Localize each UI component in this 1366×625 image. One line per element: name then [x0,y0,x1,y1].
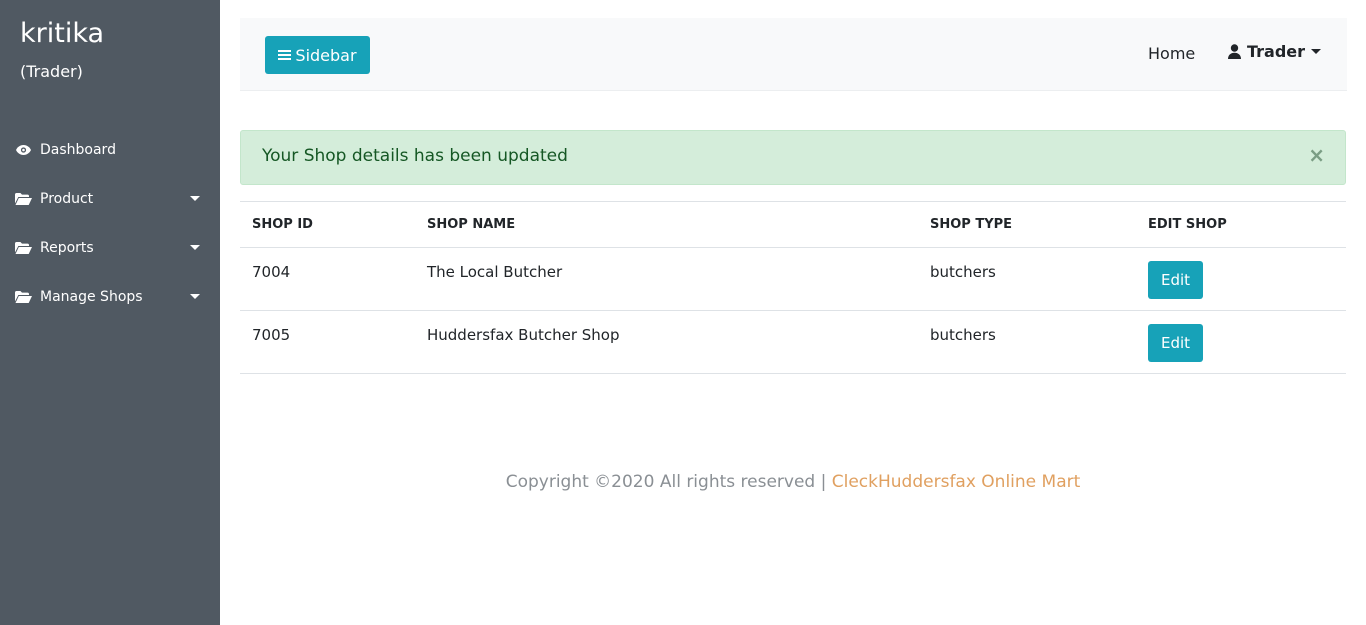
sidebar-item-label: Reports [40,239,94,256]
edit-shop-button[interactable]: Edit [1148,261,1203,299]
shop-name-cell: Huddersfax Butcher Shop [415,310,918,374]
home-link[interactable]: Home [1148,44,1195,63]
chevron-down-icon [190,245,200,250]
column-header-edit-shop: EDIT SHOP [1136,201,1346,248]
edit-shop-button[interactable]: Edit [1148,324,1203,362]
table-row: 7005 Huddersfax Butcher Shop butchers Ed… [240,310,1346,374]
column-header-shop-id: SHOP ID [240,201,415,248]
user-name: kritika [20,18,105,49]
sidebar-toggle-label: Sidebar [295,45,357,65]
user-menu-dropdown[interactable]: Trader [1228,42,1322,61]
sidebar-item-reports[interactable]: Reports [0,223,220,272]
edit-cell: Edit [1136,310,1346,374]
sidebar-item-product[interactable]: Product [0,174,220,223]
sidebar-item-manage-shops[interactable]: Manage Shops [0,272,220,321]
shop-id-cell: 7004 [240,247,415,311]
folder-open-icon [14,192,32,205]
alert-message: Your Shop details has been updated [262,146,568,166]
user-icon [1228,44,1241,59]
edit-cell: Edit [1136,247,1346,311]
shop-id-cell: 7005 [240,310,415,374]
shop-type-cell: butchers [918,310,1136,374]
sidebar-item-dashboard[interactable]: Dashboard [0,125,220,174]
sidebar-item-label: Manage Shops [40,288,143,305]
shop-type-cell: butchers [918,247,1136,311]
shops-table: SHOP ID SHOP NAME SHOP TYPE EDIT SHOP 70… [240,201,1346,374]
sidebar-item-label: Dashboard [40,141,116,158]
sidebar-item-label: Product [40,190,94,207]
user-menu-label: Trader [1247,42,1306,61]
folder-open-icon [14,241,32,254]
sidebar: kritika (Trader) Dashboard Product Repor… [0,0,220,625]
bars-icon [278,49,292,61]
column-header-shop-name: SHOP NAME [415,201,918,248]
chevron-down-icon [1311,49,1322,54]
footer: Copyright ©2020 All rights reserved | Cl… [220,472,1366,492]
shop-name-cell: The Local Butcher [415,247,918,311]
table-row: 7004 The Local Butcher butchers Edit [240,247,1346,311]
column-header-shop-type: SHOP TYPE [918,201,1136,248]
table-header-row: SHOP ID SHOP NAME SHOP TYPE EDIT SHOP [240,201,1346,248]
eye-icon [14,144,32,156]
folder-open-icon [14,290,32,303]
user-role: (Trader) [20,62,83,81]
success-alert: Your Shop details has been updated × [240,130,1346,185]
chevron-down-icon [190,196,200,201]
chevron-down-icon [190,294,200,299]
sidebar-toggle-button[interactable]: Sidebar [265,36,370,74]
top-navbar: Sidebar Home Trader [240,18,1347,91]
footer-brand-link[interactable]: CleckHuddersfax Online Mart [832,472,1081,492]
copyright-text: Copyright ©2020 All rights reserved | [505,472,832,492]
close-icon[interactable]: × [1308,143,1325,167]
sidebar-nav: Dashboard Product Reports Manage Shops [0,125,220,321]
